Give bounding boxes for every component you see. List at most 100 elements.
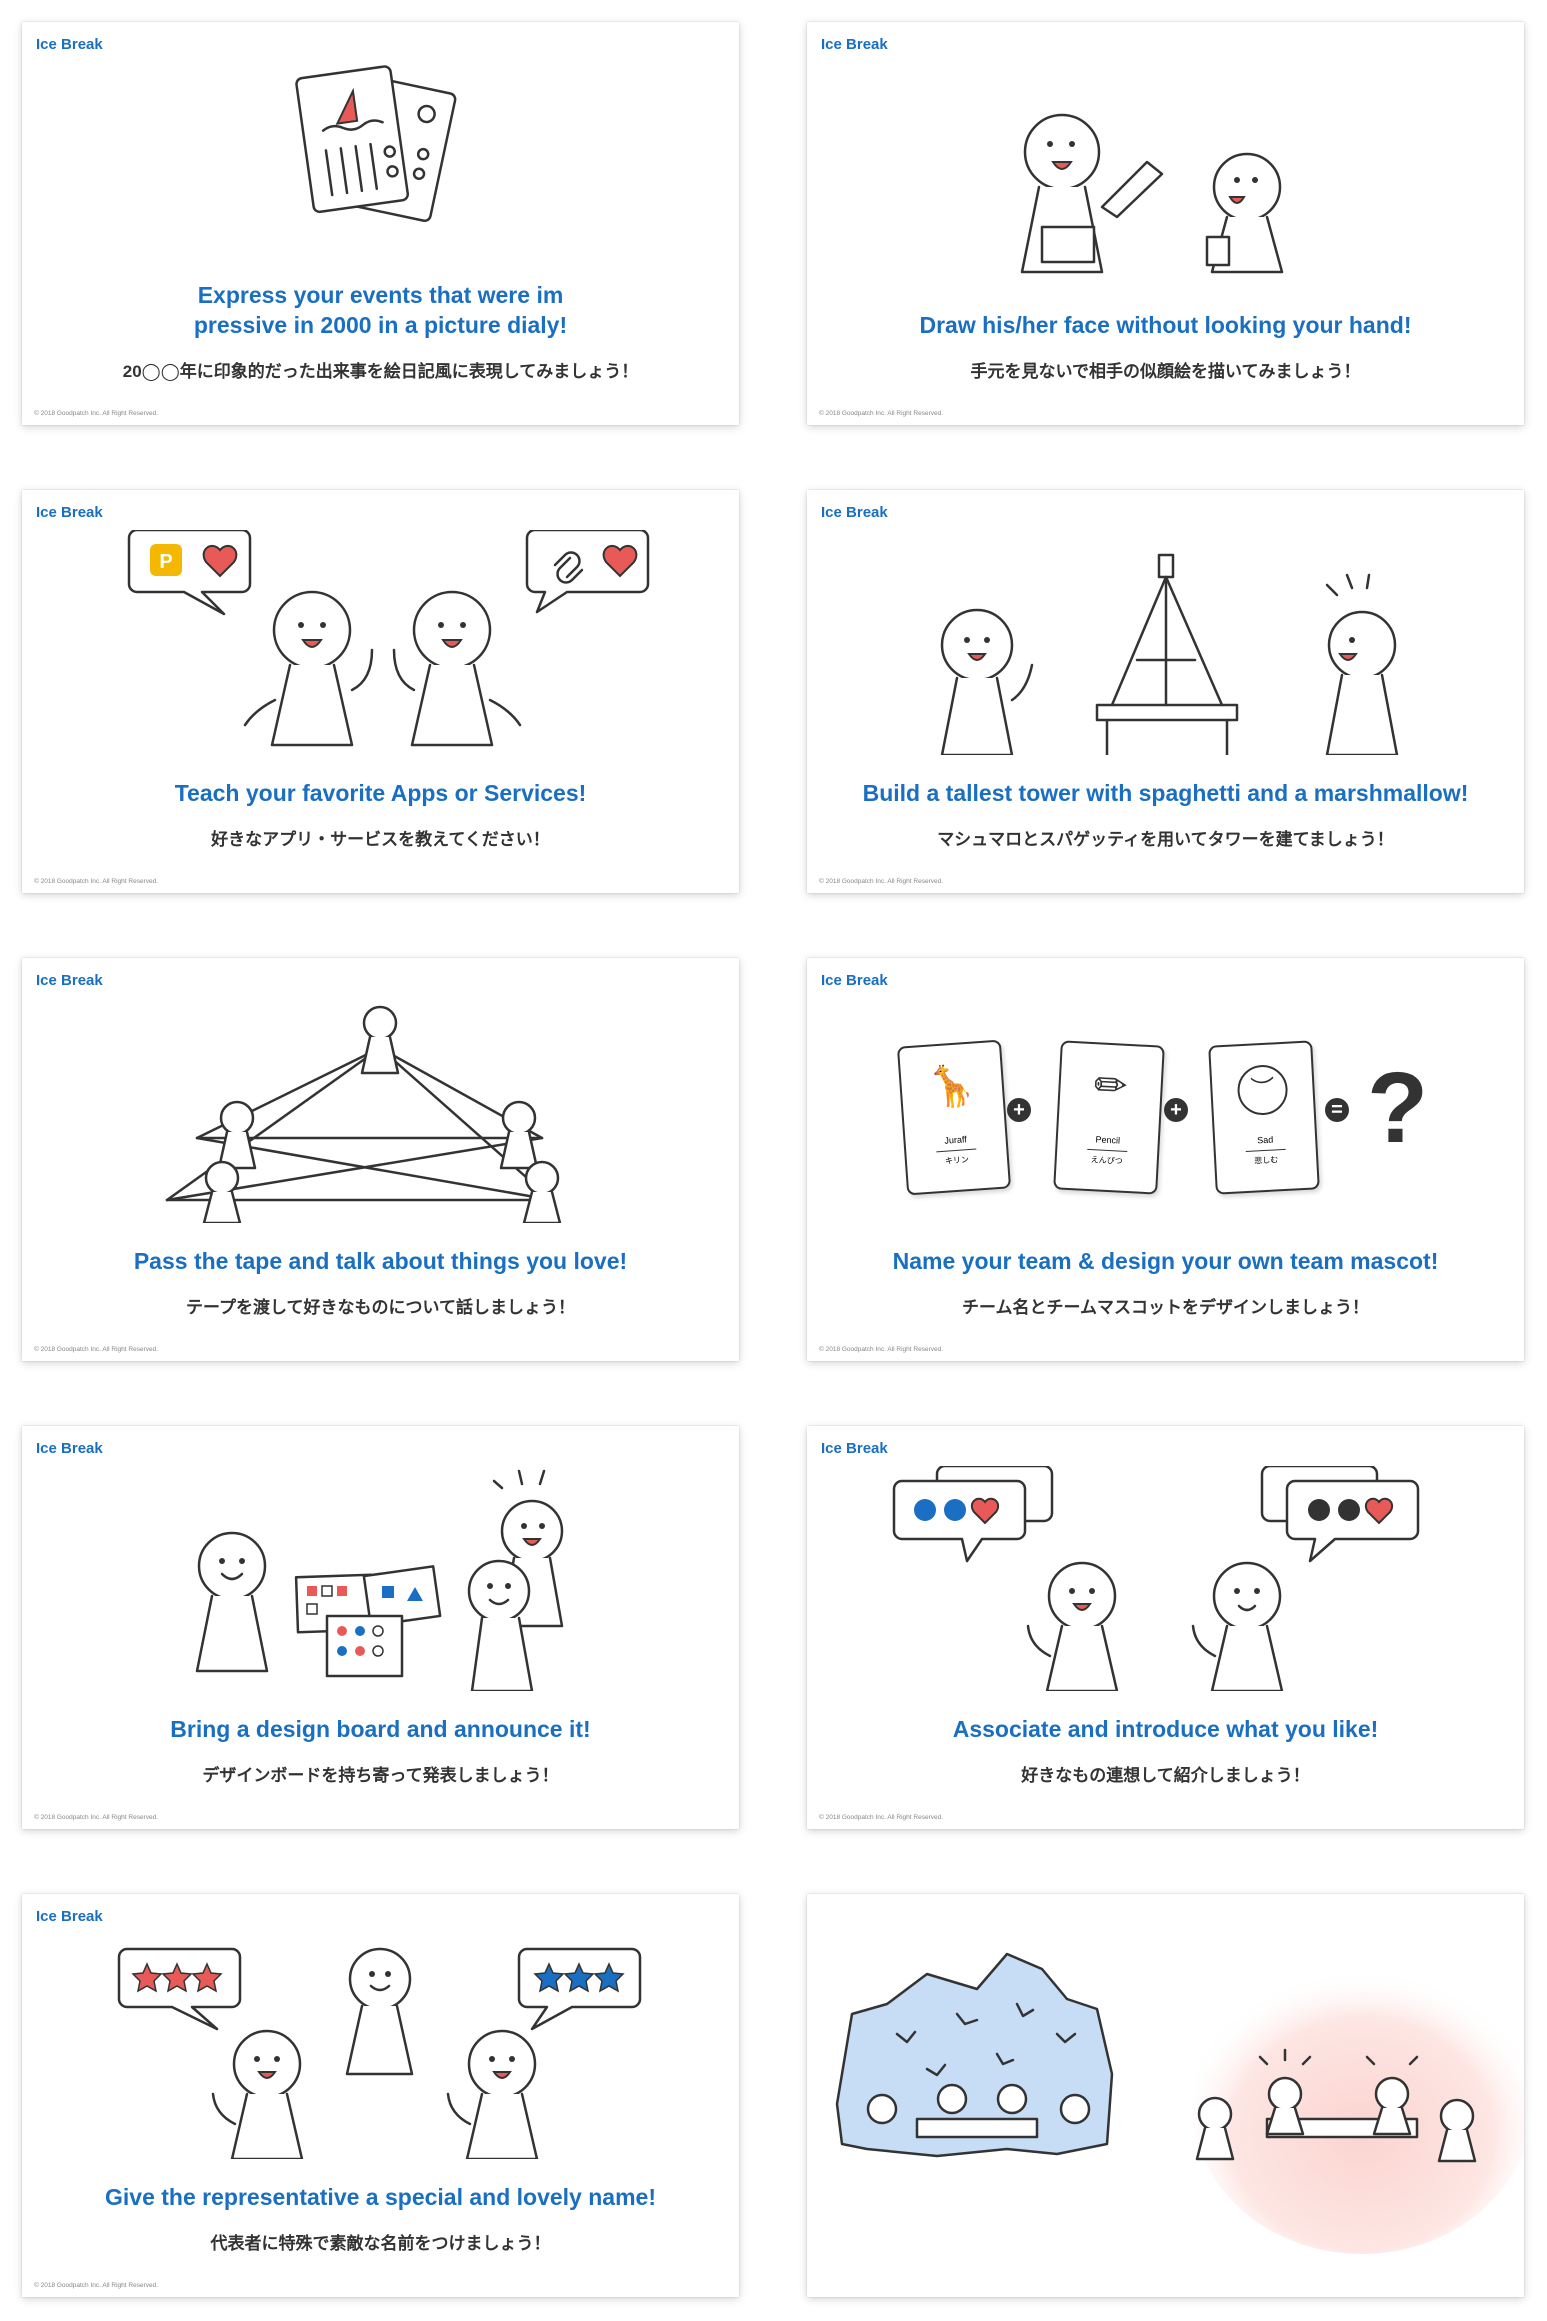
- speech-bubble-left: P: [127, 530, 252, 616]
- ice-break-tag: Ice Break: [821, 36, 888, 53]
- speech-bubble-left: [892, 1466, 1054, 1563]
- card-apps: Ice Break P Teach your favorite Apps or …: [22, 490, 739, 893]
- spaghetti-tower: [1095, 553, 1239, 755]
- card-word-jp: 悲しむ: [1254, 1155, 1279, 1166]
- portrait-illustration: [807, 62, 1524, 287]
- copyright: © 2018 Goodpatch Inc. All Right Reserved…: [34, 2282, 159, 2289]
- card-word-en: Pencil: [1095, 1134, 1121, 1146]
- card-subtitle: 好きなアプリ・サービスを教えてください！: [211, 830, 550, 849]
- card-title: Build a tallest tower with spaghetti and…: [862, 780, 1469, 806]
- card-tower: Ice Break Build a tallest tower with spa…: [807, 490, 1524, 893]
- card-word-en: Sad: [1256, 1134, 1274, 1146]
- card-subtitle: デザインボードを持ち寄って発表しましょう！: [202, 1766, 559, 1785]
- ice-break-tag: Ice Break: [36, 1908, 103, 1925]
- person-right: [446, 2029, 539, 2159]
- copyright: © 2018 Goodpatch Inc. All Right Reserved…: [819, 1814, 944, 1821]
- ice-break-tag: Ice Break: [821, 1440, 888, 1457]
- person-right: [1325, 573, 1399, 755]
- card-subtitle: マシュマロとスパゲッティを用いてタワーを建てましょう！: [937, 830, 1394, 849]
- person-left-top: [217, 1100, 257, 1170]
- person-left: [940, 608, 1034, 755]
- svg-text:P: P: [159, 551, 172, 573]
- associate-illustration: [807, 1466, 1524, 1691]
- ice-break-tag: Ice Break: [36, 972, 103, 989]
- person-left: [1026, 1561, 1119, 1691]
- warm-group: [1192, 1954, 1524, 2254]
- card-ice-vs-warm: [807, 1894, 1524, 2297]
- equals-symbol: =: [1325, 1098, 1349, 1122]
- card-diary: Ice Break Express your events that were …: [22, 22, 739, 425]
- card-title: Pass the tape and talk about things you …: [133, 1248, 628, 1274]
- copyright: © 2018 Goodpatch Inc. All Right Reserved…: [34, 410, 159, 417]
- speech-bubble-right: [1260, 1466, 1420, 1563]
- copyright: © 2018 Goodpatch Inc. All Right Reserved…: [819, 410, 944, 417]
- card-word-jp: えんぴつ: [1090, 1155, 1123, 1166]
- copyright: © 2018 Goodpatch Inc. All Right Reserved…: [34, 878, 159, 885]
- tape-illustration: [22, 998, 739, 1223]
- card-design-board: Ice Break Bring a design board and annou…: [22, 1426, 739, 1829]
- person-left: [195, 1531, 269, 1673]
- person-center: [345, 1947, 414, 2076]
- card-associate: Ice Break Associate and introduce what y…: [807, 1426, 1524, 1829]
- copyright: © 2018 Goodpatch Inc. All Right Reserved…: [819, 878, 944, 885]
- card-divider: [936, 1148, 977, 1153]
- card-divider: [1245, 1148, 1286, 1153]
- plus-symbol: +: [1164, 1098, 1188, 1122]
- person-top: [360, 1005, 400, 1075]
- card-mascot: Ice Break 🦒 Juraff キリン + ✏ Pencil えんぴつ +…: [807, 958, 1524, 1361]
- card-title: Teach your favorite Apps or Services!: [174, 780, 587, 806]
- card-subtitle: チーム名とチームマスコットをデザインしましょう！: [962, 1298, 1369, 1317]
- person-right-top: [499, 1100, 539, 1170]
- speech-bubble-right: [517, 1947, 642, 2031]
- card-portrait: Ice Break Draw his/her face without look…: [807, 22, 1524, 425]
- person-right: [392, 590, 522, 747]
- card-title: Give the representative a special and lo…: [105, 2184, 656, 2210]
- design-boards: [294, 1565, 442, 1678]
- card-tape: Ice Break Pass the tape and talk about t…: [22, 958, 739, 1361]
- card-title: Bring a design board and announce it!: [170, 1716, 591, 1742]
- card-word-en: Juraff: [944, 1134, 968, 1146]
- tower-illustration: [807, 530, 1524, 755]
- card-subtitle: 20◯◯年に印象的だった出来事を絵日記風に表現してみましょう！: [122, 362, 639, 381]
- card-title: Name your team & design your own team ma…: [892, 1248, 1439, 1274]
- design-board-illustration: [22, 1466, 739, 1691]
- copyright: © 2018 Goodpatch Inc. All Right Reserved…: [34, 1346, 159, 1353]
- apps-illustration: P: [22, 530, 739, 755]
- pencil-icon: ✏: [1092, 1063, 1129, 1109]
- card-representative: Ice Break Give the representative a spec…: [22, 1894, 739, 2297]
- copyright: © 2018 Goodpatch Inc. All Right Reserved…: [34, 1814, 159, 1821]
- person-left: [1020, 113, 1164, 274]
- card-subtitle: 好きなもの連想して紹介しましょう！: [1021, 1766, 1310, 1785]
- ice-break-tag: Ice Break: [36, 36, 103, 53]
- card-divider: [1087, 1148, 1128, 1153]
- ice-break-tag: Ice Break: [36, 1440, 103, 1457]
- giraffe-icon: 🦒: [925, 1063, 979, 1111]
- card-subtitle: テープを渡して好きなものについて話しましょう！: [186, 1298, 575, 1317]
- mascot-card-pencil: ✏ Pencil えんぴつ: [1053, 1040, 1165, 1195]
- ice-block: [835, 1952, 1114, 2158]
- plus-symbol: +: [1007, 1098, 1031, 1122]
- card-word-jp: キリン: [944, 1155, 970, 1166]
- mascot-card-sad: ︶ Sad 悲しむ: [1208, 1040, 1320, 1195]
- person-right: [1205, 152, 1284, 274]
- card-subtitle: 代表者に特殊で素敵な名前をつけましょう！: [210, 2234, 551, 2253]
- copyright: © 2018 Goodpatch Inc. All Right Reserved…: [819, 1346, 944, 1353]
- person-right: [1191, 1561, 1284, 1691]
- card-subtitle: 手元を見ないで相手の似顔絵を描いてみましょう！: [970, 362, 1361, 381]
- ice-break-tag: Ice Break: [821, 972, 888, 989]
- person-left: [243, 590, 374, 747]
- mascot-illustration: 🦒 Juraff キリン + ✏ Pencil えんぴつ + ︶ Sad 悲しむ…: [807, 998, 1524, 1223]
- ice-warm-illustration: [807, 1894, 1524, 2297]
- ice-break-tag: Ice Break: [821, 504, 888, 521]
- card-title: Associate and introduce what you like!: [952, 1716, 1379, 1742]
- representative-illustration: [22, 1934, 739, 2159]
- ice-break-tag: Ice Break: [36, 504, 103, 521]
- speech-bubble-left: [117, 1947, 242, 2031]
- mascot-card-giraffe: 🦒 Juraff キリン: [896, 1039, 1012, 1196]
- card-title: Express your events that were im pressiv…: [193, 282, 568, 338]
- sad-face-icon: ︶: [1236, 1063, 1289, 1117]
- question-mark-icon: ?: [1367, 1052, 1429, 1164]
- person-left: [211, 2029, 304, 2159]
- card-title: Draw his/her face without looking your h…: [919, 312, 1412, 338]
- diary-illustration: [22, 62, 739, 287]
